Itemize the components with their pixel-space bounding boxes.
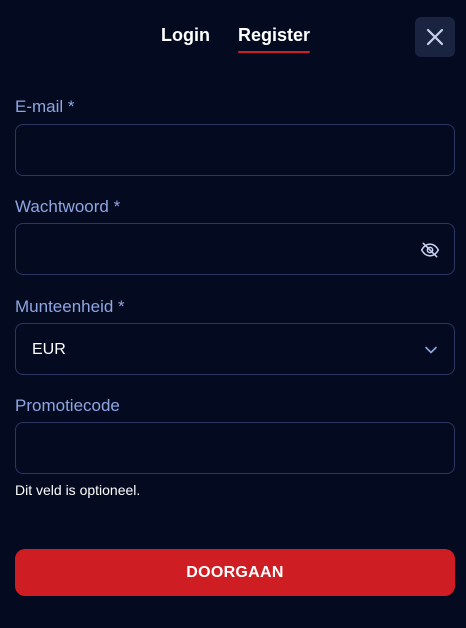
eye-off-icon[interactable]: [420, 240, 440, 260]
promo-code-field[interactable]: [16, 423, 454, 473]
active-tab-indicator: [238, 51, 311, 53]
currency-select[interactable]: EUR: [15, 323, 455, 375]
register-modal: Login Register E-mail * Wachtwoord * Mun…: [0, 0, 466, 628]
password-label: Wachtwoord *: [15, 197, 121, 216]
tab-register-label: Register: [238, 25, 311, 45]
promo-helper-text: Dit veld is optioneel.: [15, 482, 141, 498]
email-field[interactable]: [16, 125, 454, 175]
promo-label: Promotiecode: [15, 396, 120, 415]
email-label: E-mail *: [15, 97, 75, 116]
tab-register[interactable]: Register: [238, 24, 311, 53]
currency-selected-value: EUR: [32, 341, 66, 358]
continue-button[interactable]: DOORGAAN: [15, 549, 455, 596]
tab-login[interactable]: Login: [161, 24, 210, 46]
close-icon: [426, 28, 444, 46]
currency-label: Munteenheid *: [15, 297, 125, 316]
chevron-down-icon: [425, 346, 437, 354]
promo-field-wrapper: [15, 422, 455, 474]
auth-tabs: Login Register: [0, 0, 466, 60]
password-field[interactable]: [16, 224, 454, 274]
password-field-wrapper: [15, 223, 455, 275]
email-field-wrapper: [15, 124, 455, 176]
close-button[interactable]: [415, 17, 455, 57]
